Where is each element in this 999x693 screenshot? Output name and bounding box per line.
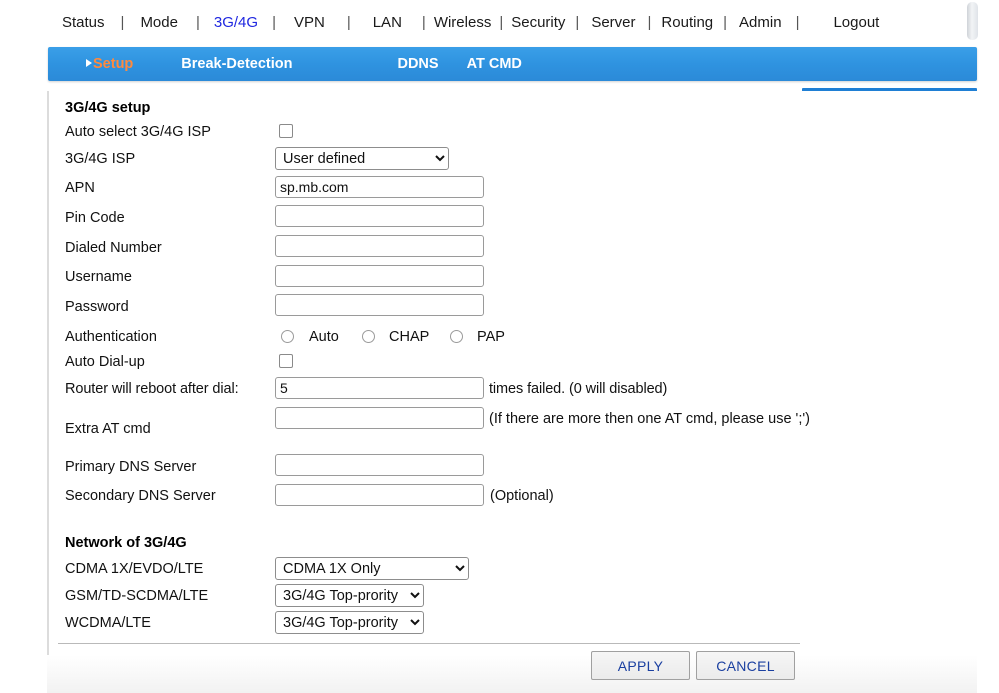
tab-setup[interactable]: Setup xyxy=(86,56,133,72)
checkbox-auto-select-isp[interactable] xyxy=(279,124,293,138)
nav-item-logout[interactable]: Logout xyxy=(833,14,879,31)
apply-button[interactable]: APPLY xyxy=(591,651,690,680)
label-extra-at-cmd: Extra AT cmd xyxy=(65,421,151,437)
hint-secondary-dns: (Optional) xyxy=(490,488,554,504)
label-authentication: Authentication xyxy=(65,329,157,345)
label-wcdma: WCDMA/LTE xyxy=(65,615,151,631)
input-reboot-count[interactable] xyxy=(275,377,484,399)
main-navigation: Status | Mode | 3G/4G | VPN | LAN | Wire… xyxy=(0,0,999,44)
select-wcdma-mode[interactable]: 3G/4G Top-prority xyxy=(275,611,424,634)
label-auth-pap: PAP xyxy=(477,329,505,345)
select-gsm-mode[interactable]: 3G/4G Top-prority xyxy=(275,584,424,607)
vertical-scrollbar-thumb[interactable] xyxy=(967,2,978,40)
nav-separator: | xyxy=(195,13,200,31)
nav-separator: | xyxy=(575,13,580,31)
nav-item-mode[interactable]: Mode xyxy=(140,14,178,31)
content-panel: 3G/4G setup Auto select 3G/4G ISP 3G/4G … xyxy=(47,91,977,679)
panel-bottom-fade xyxy=(47,655,977,693)
label-primary-dns: Primary DNS Server xyxy=(65,459,197,475)
nav-item-admin[interactable]: Admin xyxy=(739,14,782,31)
nav-separator: | xyxy=(723,13,728,31)
label-gsm: GSM/TD-SCDMA/LTE xyxy=(65,588,209,604)
nav-item-security[interactable]: Security xyxy=(511,14,565,31)
nav-item-routing[interactable]: Routing xyxy=(661,14,713,31)
label-dialed-number: Dialed Number xyxy=(65,240,162,256)
cancel-button[interactable]: CANCEL xyxy=(696,651,795,680)
router-admin-page: Status | Mode | 3G/4G | VPN | LAN | Wire… xyxy=(0,0,999,693)
label-password: Password xyxy=(65,299,129,315)
tab-setup-label: Setup xyxy=(93,56,134,72)
input-username[interactable] xyxy=(275,265,484,287)
nav-item-3g4g[interactable]: 3G/4G xyxy=(214,14,258,31)
label-pin-code: Pin Code xyxy=(65,210,125,226)
arrow-right-icon xyxy=(86,59,92,67)
label-apn: APN xyxy=(65,180,95,196)
hint-extra-at-cmd: (If there are more then one AT cmd, plea… xyxy=(489,411,810,427)
checkbox-auto-dialup[interactable] xyxy=(279,354,293,368)
tab-at-cmd[interactable]: AT CMD xyxy=(467,56,522,72)
radio-auth-auto[interactable] xyxy=(281,330,294,343)
nav-separator: | xyxy=(499,13,504,31)
nav-item-wireless[interactable]: Wireless xyxy=(434,14,492,31)
label-reboot-after-dial: Router will reboot after dial: xyxy=(65,381,239,397)
label-cdma: CDMA 1X/EVDO/LTE xyxy=(65,561,204,577)
radio-auth-chap[interactable] xyxy=(362,330,375,343)
label-auth-auto: Auto xyxy=(309,329,339,345)
nav-separator: | xyxy=(346,13,351,31)
label-isp: 3G/4G ISP xyxy=(65,151,136,167)
label-auto-dialup: Auto Dial-up xyxy=(65,354,145,370)
label-username: Username xyxy=(65,269,132,285)
label-auto-select-isp: Auto select 3G/4G ISP xyxy=(65,124,211,140)
hint-reboot-after-dial: times failed. (0 will disabled) xyxy=(489,381,668,397)
input-extra-at-cmd[interactable] xyxy=(275,407,484,429)
nav-separator: | xyxy=(795,13,800,31)
nav-separator: | xyxy=(421,13,426,31)
section-title-setup: 3G/4G setup xyxy=(65,100,151,116)
input-pin-code[interactable] xyxy=(275,205,484,227)
nav-item-lan[interactable]: LAN xyxy=(373,14,402,31)
nav-item-server[interactable]: Server xyxy=(591,14,635,31)
radio-auth-pap[interactable] xyxy=(450,330,463,343)
input-password[interactable] xyxy=(275,294,484,316)
input-primary-dns[interactable] xyxy=(275,454,484,476)
sub-navigation-tabs: Setup Break-Detection DDNS AT CMD xyxy=(48,47,977,81)
select-cdma-mode[interactable]: CDMA 1X Only xyxy=(275,557,469,580)
input-dialed-number[interactable] xyxy=(275,235,484,257)
nav-item-vpn[interactable]: VPN xyxy=(294,14,325,31)
nav-item-status[interactable]: Status xyxy=(62,14,105,31)
label-secondary-dns: Secondary DNS Server xyxy=(65,488,216,504)
input-secondary-dns[interactable] xyxy=(275,484,484,506)
select-isp[interactable]: User defined xyxy=(275,147,449,170)
label-auth-chap: CHAP xyxy=(389,329,430,345)
tab-ddns[interactable]: DDNS xyxy=(397,56,438,72)
input-apn[interactable] xyxy=(275,176,484,198)
nav-separator: | xyxy=(272,13,276,31)
footer-divider xyxy=(58,643,800,644)
section-title-network: Network of 3G/4G xyxy=(65,535,187,551)
nav-separator: | xyxy=(647,13,652,31)
nav-separator: | xyxy=(120,13,125,31)
tab-break-detection[interactable]: Break-Detection xyxy=(181,56,292,72)
